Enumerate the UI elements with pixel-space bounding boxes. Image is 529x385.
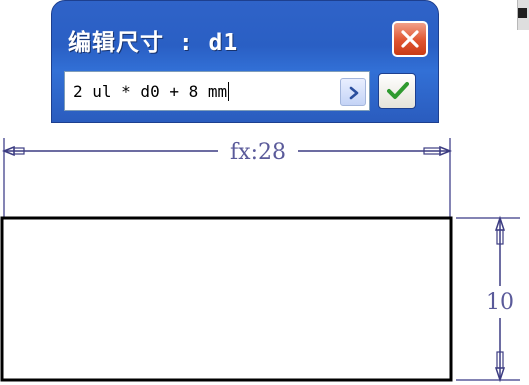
- horizontal-dimension-value[interactable]: fx:28: [230, 140, 286, 165]
- edit-dimension-dialog: 编辑尺寸 : d1 2 ul * d0 + 8 mm: [51, 0, 439, 123]
- expression-text: 2 ul * d0 + 8 mm: [73, 82, 228, 101]
- checkmark-icon: [387, 82, 409, 99]
- vertical-dimension-value[interactable]: 10: [486, 290, 514, 315]
- text-caret: [228, 82, 230, 101]
- dialog-title-bar[interactable]: 编辑尺寸 : d1: [52, 1, 438, 65]
- expression-dropdown-button[interactable]: [340, 78, 366, 106]
- accept-button[interactable]: [378, 73, 416, 109]
- expression-input[interactable]: 2 ul * d0 + 8 mm: [64, 71, 370, 111]
- close-button[interactable]: [392, 21, 428, 57]
- sketch-rectangle[interactable]: [0, 216, 453, 382]
- close-icon: [401, 30, 419, 48]
- chevron-right-icon: [349, 86, 359, 100]
- expression-row: 2 ul * d0 + 8 mm: [64, 71, 428, 111]
- dialog-title: 编辑尺寸 : d1: [68, 30, 239, 56]
